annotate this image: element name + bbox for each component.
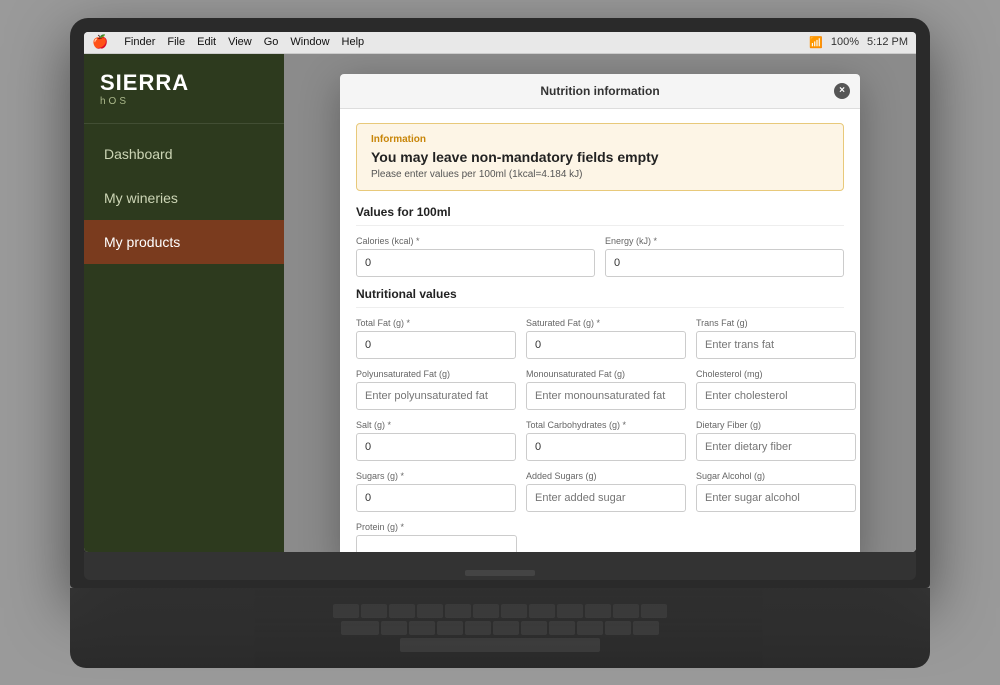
menu-finder[interactable]: Finder — [124, 36, 155, 48]
row-2: Polyunsaturated Fat (g) Monounsaturated … — [356, 369, 844, 410]
logo-text: SIERRA — [100, 72, 268, 94]
menu-file[interactable]: File — [167, 36, 185, 48]
clock: 5:12 PM — [867, 36, 908, 48]
menu-help[interactable]: Help — [342, 36, 365, 48]
calories-input[interactable] — [356, 249, 595, 277]
calories-field: Calories (kcal) * — [356, 236, 595, 277]
dietary-fiber-input[interactable] — [696, 433, 856, 461]
sugars-label: Sugars (g) * — [356, 471, 516, 481]
mac-menubar: 🍎 Finder File Edit View Go Window Help 📶… — [84, 32, 916, 54]
poly-fat-input[interactable] — [356, 382, 516, 410]
info-label: Information — [371, 134, 829, 145]
main-content: Nutrition information × Information You … — [284, 54, 916, 552]
poly-fat-field: Polyunsaturated Fat (g) — [356, 369, 516, 410]
sidebar: SIERRA hOS Dashboard My wineries My prod… — [84, 54, 284, 552]
row-3: Salt (g) * Total Carbohydrates (g) * Die… — [356, 420, 844, 461]
row-1: Total Fat (g) * Saturated Fat (g) * Tran… — [356, 318, 844, 359]
mac-status-bar: 📶 100% 5:12 PM — [809, 36, 908, 49]
sidebar-nav: Dashboard My wineries My products — [84, 124, 284, 264]
sidebar-item-my-products[interactable]: My products — [84, 220, 284, 264]
logo-sub: hOS — [100, 96, 268, 107]
sugar-alcohol-field: Sugar Alcohol (g) — [696, 471, 856, 512]
added-sugars-input[interactable] — [526, 484, 686, 512]
menu-edit[interactable]: Edit — [197, 36, 216, 48]
calories-label: Calories (kcal) * — [356, 236, 595, 246]
saturated-fat-input[interactable] — [526, 331, 686, 359]
total-carbs-label: Total Carbohydrates (g) * — [526, 420, 686, 430]
trans-fat-input[interactable] — [696, 331, 856, 359]
info-title: You may leave non-mandatory fields empty — [371, 149, 829, 165]
total-fat-label: Total Fat (g) * — [356, 318, 516, 328]
modal-header: Nutrition information × — [340, 74, 860, 109]
salt-input[interactable] — [356, 433, 516, 461]
mono-fat-field: Monounsaturated Fat (g) — [526, 369, 686, 410]
poly-fat-label: Polyunsaturated Fat (g) — [356, 369, 516, 379]
sugar-alcohol-label: Sugar Alcohol (g) — [696, 471, 856, 481]
info-description: Please enter values per 100ml (1kcal=4.1… — [371, 169, 829, 180]
menu-view[interactable]: View — [228, 36, 252, 48]
modal-title: Nutrition information — [540, 84, 659, 98]
protein-field: Protein (g) * — [356, 522, 517, 552]
total-carbs-field: Total Carbohydrates (g) * — [526, 420, 686, 461]
sugar-alcohol-input[interactable] — [696, 484, 856, 512]
modal-close-button[interactable]: × — [834, 83, 850, 99]
sugars-field: Sugars (g) * — [356, 471, 516, 512]
nutritional-section-title: Nutritional values — [356, 287, 844, 308]
close-icon: × — [839, 85, 845, 96]
sidebar-item-dashboard[interactable]: Dashboard — [84, 132, 284, 176]
values-section-title: Values for 100ml — [356, 205, 844, 226]
calories-energy-row: Calories (kcal) * Energy (kJ) * — [356, 236, 844, 277]
added-sugars-field: Added Sugars (g) — [526, 471, 686, 512]
saturated-fat-field: Saturated Fat (g) * — [526, 318, 686, 359]
cholesterol-label: Cholesterol (mg) — [696, 369, 856, 379]
total-carbs-input[interactable] — [526, 433, 686, 461]
added-sugars-label: Added Sugars (g) — [526, 471, 686, 481]
modal-body: Information You may leave non-mandatory … — [340, 109, 860, 552]
apple-icon: 🍎 — [92, 34, 108, 50]
logo: SIERRA hOS — [84, 54, 284, 124]
trans-fat-label: Trans Fat (g) — [696, 318, 856, 328]
sugars-input[interactable] — [356, 484, 516, 512]
row-5: Protein (g) * — [356, 522, 844, 552]
cholesterol-input[interactable] — [696, 382, 856, 410]
energy-input[interactable] — [605, 249, 844, 277]
total-fat-field: Total Fat (g) * — [356, 318, 516, 359]
energy-label: Energy (kJ) * — [605, 236, 844, 246]
dietary-fiber-label: Dietary Fiber (g) — [696, 420, 856, 430]
protein-label: Protein (g) * — [356, 522, 517, 532]
menu-window[interactable]: Window — [290, 36, 329, 48]
row-4: Sugars (g) * Added Sugars (g) Sugar Alco… — [356, 471, 844, 512]
cholesterol-field: Cholesterol (mg) — [696, 369, 856, 410]
salt-label: Salt (g) * — [356, 420, 516, 430]
protein-input[interactable] — [356, 535, 517, 552]
info-banner: Information You may leave non-mandatory … — [356, 123, 844, 191]
salt-field: Salt (g) * — [356, 420, 516, 461]
mono-fat-label: Monounsaturated Fat (g) — [526, 369, 686, 379]
saturated-fat-label: Saturated Fat (g) * — [526, 318, 686, 328]
menu-go[interactable]: Go — [264, 36, 279, 48]
nutrition-modal: Nutrition information × Information You … — [340, 74, 860, 552]
total-fat-input[interactable] — [356, 331, 516, 359]
energy-field: Energy (kJ) * — [605, 236, 844, 277]
mono-fat-input[interactable] — [526, 382, 686, 410]
trans-fat-field: Trans Fat (g) — [696, 318, 856, 359]
sidebar-item-my-wineries[interactable]: My wineries — [84, 176, 284, 220]
dietary-fiber-field: Dietary Fiber (g) — [696, 420, 856, 461]
modal-overlay: Nutrition information × Information You … — [284, 54, 916, 552]
